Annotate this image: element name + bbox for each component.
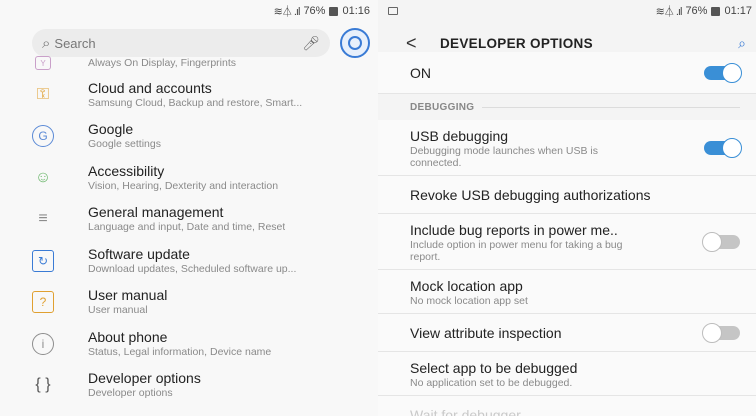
search-icon[interactable]: ⌕ — [738, 35, 746, 52]
dev-option-row[interactable]: USB debugging Debugging mode launches whe… — [378, 120, 756, 176]
settings-item[interactable]: i About phone Status, Legal information, D… — [0, 323, 378, 365]
battery-percent: 76% — [685, 5, 708, 17]
settings-item[interactable]: ⚿ Cloud and accounts Samsung Cloud, Backup… — [0, 74, 378, 116]
dev-option-toggle[interactable] — [702, 231, 740, 252]
settings-item-subtitle: User manual — [88, 304, 148, 317]
dev-option-toggle[interactable] — [704, 137, 742, 158]
key-icon: ⚿ — [36, 85, 50, 103]
search-icon: ⌕ — [42, 34, 51, 52]
screenshot-pair: ≋⏃ .ıl 76% 01:16 ⌕ 🎤︎ Y Always On Display… — [0, 0, 756, 416]
gallery-notification-icon — [388, 7, 398, 15]
developer-options-list: ON DEBUGGING USB debugging Debugging mode… — [378, 52, 756, 416]
dev-option-row[interactable]: Wait for debugger — [378, 396, 756, 416]
dev-option-row[interactable]: Select app to be debugged No application … — [378, 352, 756, 396]
settings-item-title: Software update — [88, 245, 190, 262]
settings-list: Y Always On Display, Fingerprints ⚿ Cloud a… — [0, 52, 378, 406]
status-bar-right: ≋⏃ .ıl 76% 01:17 — [378, 0, 756, 22]
dev-option-title: Mock location app — [410, 277, 523, 294]
info-icon: i — [32, 332, 54, 355]
battery-icon — [711, 6, 721, 16]
settings-item-subtitle: Google settings — [88, 138, 161, 151]
settings-item-title: General management — [88, 204, 224, 221]
settings-item-subtitle: Developer options — [88, 387, 173, 400]
settings-item[interactable]: ≡ General management Language and input, D… — [0, 199, 378, 241]
section-header-debugging: DEBUGGING — [378, 94, 756, 120]
master-switch-row[interactable]: ON — [378, 52, 756, 94]
back-button[interactable]: < — [406, 33, 426, 54]
dev-option-subtitle: Debugging mode launches when USB is conn… — [410, 144, 598, 169]
settings-item-subtitle: Download updates, Scheduled software up.… — [88, 262, 297, 275]
mic-icon[interactable]: 🎤︎ — [302, 35, 320, 52]
developer-options-screen: ≋⏃ .ıl 76% 01:17 < DEVELOPER OPTIONS ⌕ O… — [378, 0, 756, 416]
status-time: 01:17 — [724, 5, 752, 17]
settings-item[interactable]: ? User manual User manual — [0, 282, 378, 324]
dev-option-title: Select app to be debugged — [410, 359, 578, 376]
braces-icon: { } — [35, 376, 51, 394]
dev-option-title: Include bug reports in power me.. — [410, 221, 618, 238]
signal-icon: ≋⏃ .ıl — [655, 6, 683, 18]
settings-screen: ≋⏃ .ıl 76% 01:16 ⌕ 🎤︎ Y Always On Display… — [0, 0, 378, 416]
settings-item-title: Cloud and accounts — [88, 79, 212, 96]
profile-icon — [348, 36, 362, 50]
settings-item-subtitle: Status, Legal information, Device name — [88, 345, 272, 358]
dev-option-subtitle: No mock location app set — [410, 294, 528, 307]
settings-item[interactable]: { } Developer options Developer options — [0, 365, 378, 407]
dev-option-row[interactable]: Include bug reports in power me.. Include… — [378, 214, 756, 270]
dev-option-row[interactable]: View attribute inspection — [378, 314, 756, 352]
status-bar: ≋⏃ .ıl 76% 01:16 — [0, 0, 378, 22]
dev-option-subtitle: No application set to be debugged. — [410, 376, 573, 389]
settings-item[interactable]: ↻ Software update Download updates, Schedu… — [0, 240, 378, 282]
settings-item-title: Accessibility — [88, 162, 165, 179]
settings-item-title: User manual — [88, 287, 168, 304]
settings-item-title: About phone — [88, 328, 168, 345]
settings-item[interactable]: ☺ Accessibility Vision, Hearing, Dexterity… — [0, 157, 378, 199]
settings-item-title: Google — [88, 121, 134, 138]
battery-percent: 76% — [303, 5, 326, 17]
sliders-icon: ≡ — [38, 210, 48, 228]
settings-item-subtitle: Vision, Hearing, Dexterity and interacti… — [88, 179, 279, 192]
status-time: 01:16 — [342, 5, 370, 17]
master-switch-label: ON — [410, 64, 431, 81]
accessibility-icon: ☺ — [34, 168, 52, 186]
settings-item[interactable]: G Google Google settings — [0, 116, 378, 158]
dev-option-title: Wait for debugger — [410, 406, 521, 416]
user-manual-icon: ? — [32, 291, 54, 314]
dev-option-row[interactable]: Revoke USB debugging authorizations — [378, 176, 756, 214]
software-update-icon: ↻ — [32, 249, 54, 272]
settings-item-subtitle: Always On Display, Fingerprints — [88, 56, 237, 69]
dev-option-row[interactable]: Mock location app No mock location app se… — [378, 270, 756, 314]
dev-option-toggle[interactable] — [702, 322, 740, 343]
signal-icon: ≋⏃ .ıl — [273, 6, 301, 18]
settings-item-title: Developer options — [88, 370, 201, 387]
lock-screen-icon: Y — [35, 56, 51, 70]
master-toggle[interactable] — [704, 62, 742, 83]
search-input[interactable] — [54, 35, 299, 51]
dev-option-title: View attribute inspection — [410, 324, 562, 341]
settings-item-subtitle: Language and input, Date and time, Reset — [88, 221, 286, 234]
page-title: DEVELOPER OPTIONS — [440, 35, 593, 51]
google-icon: G — [32, 125, 54, 148]
dev-option-title: Revoke USB debugging authorizations — [410, 186, 651, 203]
battery-icon — [329, 6, 339, 16]
settings-item-subtitle: Samsung Cloud, Backup and restore, Smart… — [88, 96, 303, 109]
dev-option-title: USB debugging — [410, 127, 509, 144]
settings-item[interactable]: Y Always On Display, Fingerprints — [0, 52, 378, 74]
dev-option-subtitle: Include option in power menu for taking … — [410, 238, 623, 263]
